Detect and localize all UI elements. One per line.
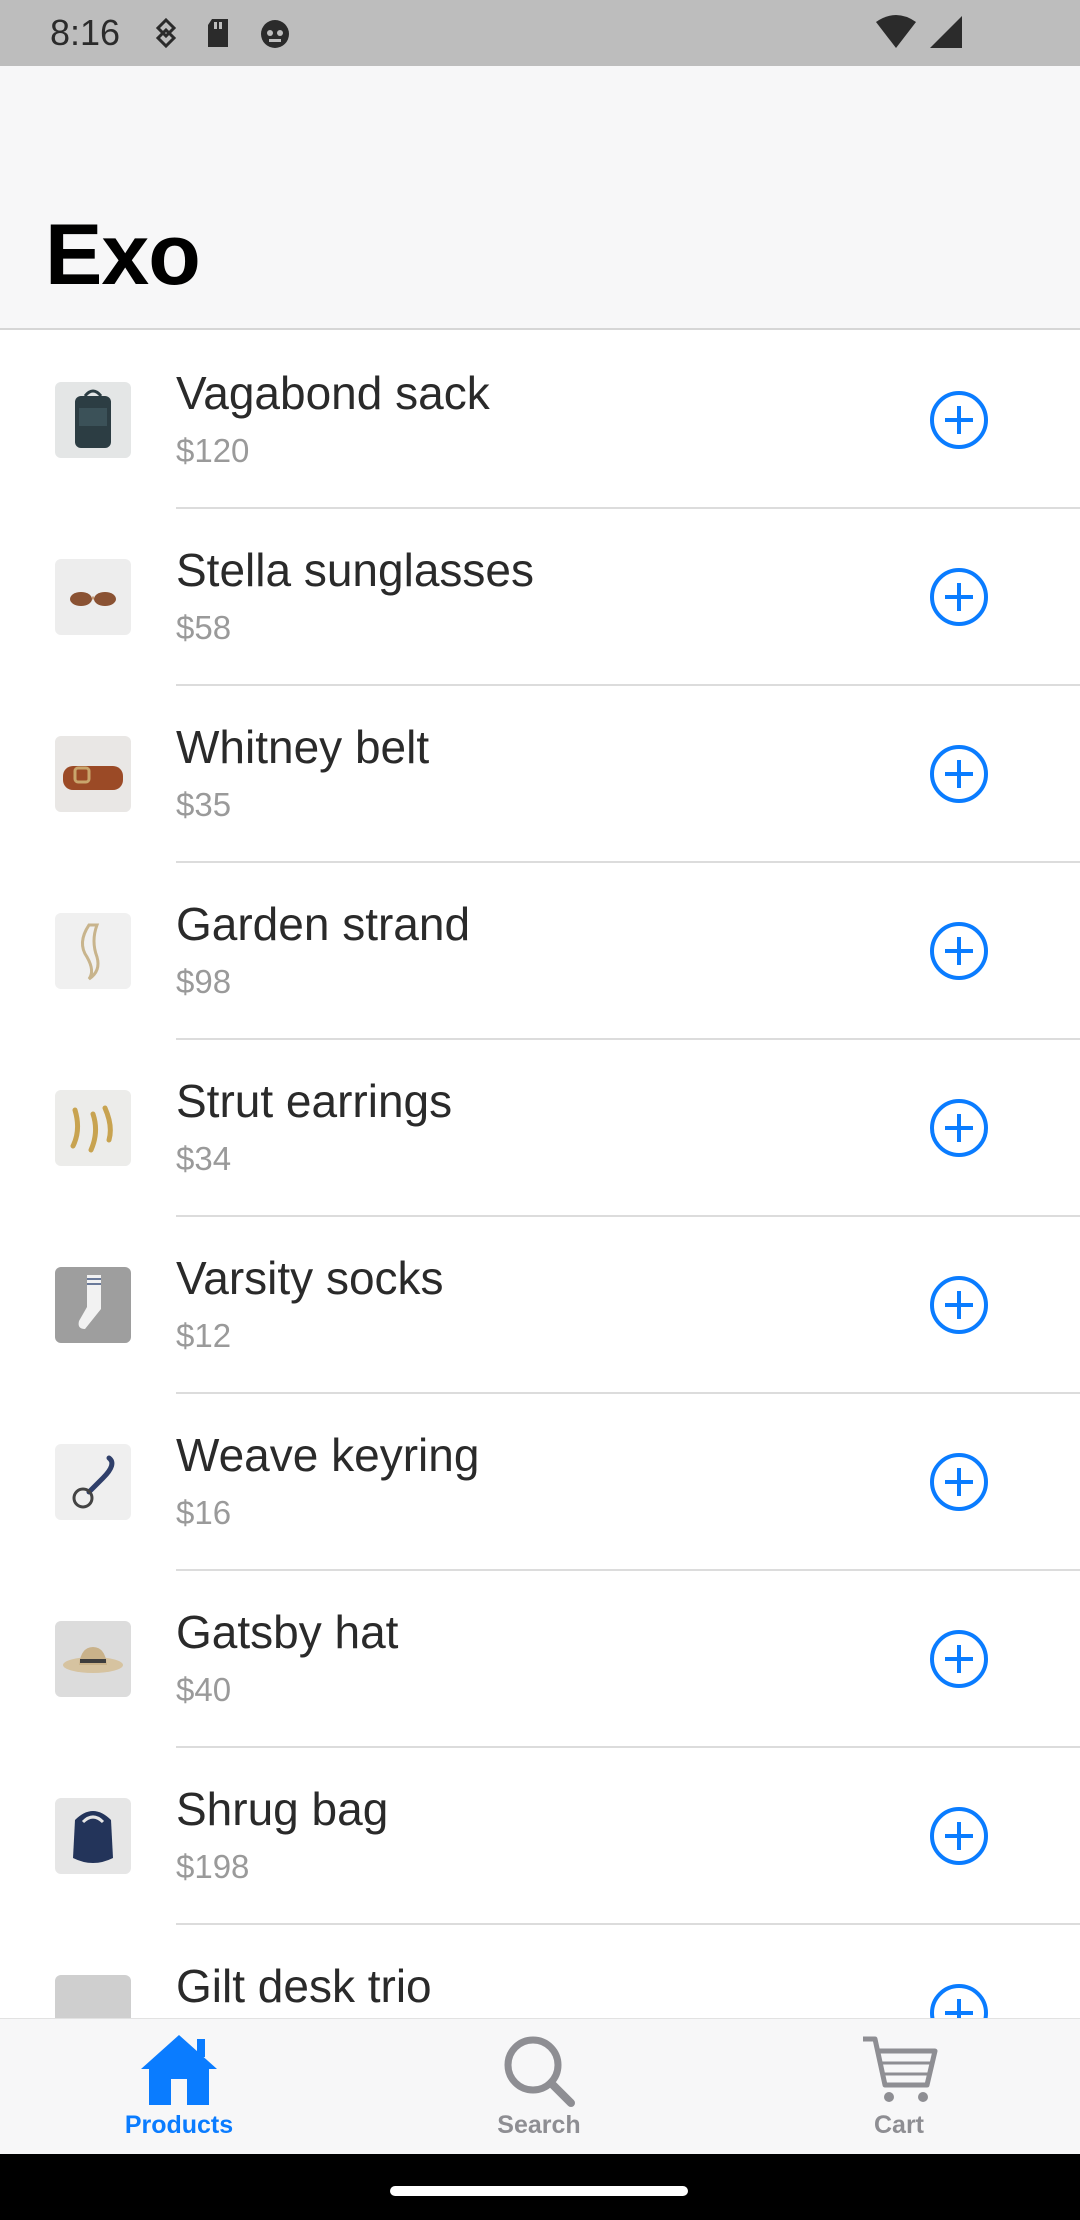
product-name: Garden strand [176, 898, 471, 950]
list-item[interactable]: Whitney belt $35 [0, 686, 1080, 863]
product-price: $16 [176, 1494, 232, 1531]
search-icon [504, 2036, 575, 2107]
product-thumbnail-sunglasses [55, 559, 131, 635]
add-to-cart-button[interactable] [929, 1806, 989, 1866]
status-notification-icons [154, 17, 292, 49]
product-list[interactable]: Vagabond sack $120 Stella sunglasses $58 [0, 332, 1080, 2018]
tab-label: Cart [873, 2111, 924, 2139]
list-item[interactable]: Varsity socks $12 [0, 1217, 1080, 1394]
product-name: Shrug bag [176, 1783, 389, 1835]
page-title: Exo [45, 207, 201, 303]
tab-bar: Products Search Cart [0, 2018, 1080, 2154]
product-price: $12 [176, 1317, 232, 1354]
list-item[interactable]: Gilt desk trio [0, 1925, 1080, 2018]
product-price: $34 [176, 1140, 232, 1177]
add-to-cart-button[interactable] [929, 921, 989, 981]
product-name: Whitney belt [176, 721, 430, 773]
wifi-icon [876, 15, 916, 48]
product-name: Vagabond sack [176, 367, 490, 419]
list-item[interactable]: Gatsby hat $40 [0, 1571, 1080, 1748]
product-thumbnail-keyring [55, 1444, 131, 1520]
status-bar: 8:16 [0, 0, 1080, 66]
product-thumbnail-backpack [55, 382, 131, 458]
tab-label: Products [124, 2111, 234, 2139]
android-debug-icon [261, 20, 290, 48]
tab-label: Search [497, 2111, 581, 2139]
add-to-cart-button[interactable] [929, 1275, 989, 1335]
product-name: Stella sunglasses [176, 544, 534, 596]
product-price: $40 [176, 1671, 232, 1708]
add-to-cart-button[interactable] [929, 744, 989, 804]
list-item[interactable]: Stella sunglasses $58 [0, 509, 1080, 686]
list-item[interactable]: Weave keyring $16 [0, 1394, 1080, 1571]
product-price: $120 [176, 432, 250, 469]
product-price: $98 [176, 963, 232, 1000]
product-thumbnail-socks [55, 1267, 131, 1343]
home-gesture-handle[interactable] [390, 2186, 688, 2196]
system-navigation-bar [0, 2154, 1080, 2220]
product-name: Varsity socks [176, 1252, 444, 1304]
sd-card-icon [208, 19, 229, 47]
product-name: Gilt desk trio [176, 1960, 432, 2012]
add-to-cart-button[interactable] [929, 1452, 989, 1512]
product-name: Strut earrings [176, 1075, 453, 1127]
product-thumbnail-desk-trio [55, 1975, 131, 2018]
product-thumbnail-hat [55, 1621, 131, 1697]
product-price: $58 [176, 609, 232, 646]
tab-cart[interactable]: Cart [799, 2019, 999, 2155]
product-thumbnail-bag [55, 1798, 131, 1874]
list-item[interactable]: Shrug bag $198 [0, 1748, 1080, 1925]
list-item[interactable]: Vagabond sack $120 [0, 332, 1080, 509]
add-to-cart-button[interactable] [929, 1983, 989, 2018]
product-name: Gatsby hat [176, 1606, 399, 1658]
product-thumbnail-necklace [55, 913, 131, 989]
cart-icon [863, 2036, 938, 2102]
status-system-icons [874, 14, 964, 50]
home-icon [141, 2035, 217, 2105]
add-to-cart-button[interactable] [929, 390, 989, 450]
product-price: $198 [176, 1848, 250, 1885]
add-to-cart-button[interactable] [929, 567, 989, 627]
product-thumbnail-earrings [55, 1090, 131, 1166]
list-item[interactable]: Strut earrings $34 [0, 1040, 1080, 1217]
list-item[interactable]: Garden strand $98 [0, 863, 1080, 1040]
add-to-cart-button[interactable] [929, 1629, 989, 1689]
signal-icon [930, 16, 962, 48]
download-icon [155, 17, 177, 49]
product-price: $35 [176, 786, 232, 823]
add-to-cart-button[interactable] [929, 1098, 989, 1158]
status-time: 8:16 [50, 12, 121, 53]
tab-search[interactable]: Search [439, 2019, 639, 2155]
product-name: Weave keyring [176, 1429, 480, 1481]
app-header: Exo [0, 66, 1080, 330]
product-thumbnail-belt [55, 736, 131, 812]
tab-products[interactable]: Products [79, 2019, 279, 2155]
